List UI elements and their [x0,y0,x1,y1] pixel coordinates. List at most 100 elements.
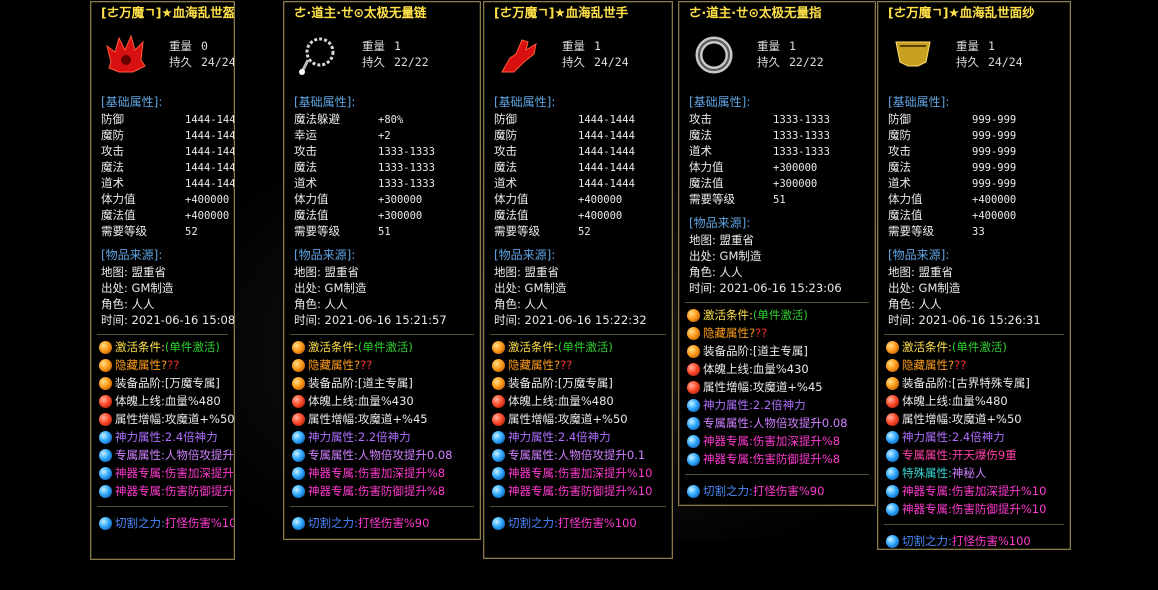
special-attribute-value: 血量%430 [357,394,414,408]
special-attribute-row: 神力属性: 2.4倍神力 [492,428,666,446]
special-attribute-value: 伤害加深提升%10 [164,466,234,480]
blue-orb-icon [687,452,700,466]
section-divider [490,506,666,507]
attribute-value: +400000 [578,210,623,222]
base-attribute-row: 攻击 1333-1333 [294,143,472,159]
attribute-value: +400000 [972,194,1017,206]
weight-label: 重量 [956,39,979,53]
item-meta: 重量 1 持久 24/24 [562,38,629,70]
base-attribute-row: 魔法值 +400000 [888,207,1062,223]
special-attribute-row: 神器专属: 伤害加深提升%8 [687,432,869,450]
attribute-name: 魔法 [294,160,317,174]
durability-value: 22/22 [394,55,429,69]
special-attribute-row: 神器专属:伤害加深提升%10 [99,464,234,482]
blue-orb-icon [99,484,112,498]
base-attributes-list: 防御 1444-1444 魔防 1444-1444 攻击 1444-1444 魔法 1444-… [101,111,234,239]
special-attribute-label: 属性增幅: [703,380,753,394]
weight-value: 1 [988,39,995,53]
blue-orb-icon [292,430,305,444]
weight-row: 重量 0 [169,38,234,54]
attribute-value: 999-999 [972,114,1017,126]
special-attribute-value: 2.2倍神力 [357,430,411,444]
special-attribute-row: 属性增幅: 攻魔道+%45 [687,378,869,396]
attribute-value: 51 [773,194,786,206]
item-source-row: 角色: 人人 [294,297,348,311]
base-attribute-row: 魔防 1444-1444 [494,127,664,143]
base-attribute-row: 道术 1444-1444 [101,175,234,191]
weight-value: 1 [394,39,401,53]
red-orb-icon [886,412,899,426]
special-attribute-label: 神力属性: [115,430,165,444]
durability-value: 24/24 [201,55,235,69]
durability-label: 持久 [757,55,780,69]
attribute-name: 体力值 [294,192,329,206]
base-attribute-row: 道术 1333-1333 [294,175,472,191]
attribute-name: 魔法 [494,160,517,174]
item-source-list: 地图: 盟重省 出处: GM制造 角色: 人人 时间: 2021-06-16 15:0… [101,264,234,328]
attribute-name: 体力值 [689,160,724,174]
attribute-name: 需要等级 [494,224,540,238]
special-attribute-row: 神力属性: 2.2倍神力 [687,396,869,414]
special-attribute-label: 激活条件: [902,340,952,354]
attribute-value: +400000 [578,194,623,206]
weight-label: 重量 [757,39,780,53]
item-source-header: [物品来源]: [888,248,950,262]
base-attribute-row: 魔防 1444-1444 [101,127,234,143]
base-attribute-row: 防御 1444-1444 [101,111,234,127]
attribute-value: 1444-1444 [578,146,635,158]
special-attribute-label: 装备品阶: [902,376,952,390]
attribute-value: +80% [378,114,404,126]
special-attribute-value: ?? [954,358,967,372]
item-source-row: 出处: GM制造 [101,281,174,295]
special-attribute-label: 切割之力: [703,484,753,498]
orange-orb-icon [99,358,112,372]
base-attributes-list: 攻击 1333-1333 魔法 1333-1333 道术 1333-1333 体力值 +300… [689,111,867,207]
attribute-name: 魔防 [101,128,124,142]
special-attribute-row: 神力属性: 2.4倍神力 [99,428,228,446]
attribute-name: 体力值 [494,192,529,206]
base-attribute-row: 魔法值 +400000 [101,207,229,223]
base-attribute-row: 需要等级 33 [888,223,1062,239]
base-attribute-row: 魔法 1333-1333 [689,127,867,143]
item-tooltip-card: ㄜ·道主·ㄝ⊙太极无量链 重量 1 持久 22/22 [基础属性]: 魔法躲避 +80% 幸运 +… [283,1,481,540]
special-attribute-row: 切割之力:打怪伤害%100 [492,514,666,532]
blue-orb-icon [886,534,899,548]
special-attribute-value: [道主专属] [357,376,413,390]
special-attribute-label: 切割之力: [308,516,358,530]
attribute-value: +300000 [773,178,818,190]
red-helmet-icon [103,32,149,78]
special-attribute-value: 人物倍攻提升0.08 [752,416,848,430]
base-attribute-row: 魔法 1444-1444 [101,159,234,175]
special-attribute-value: 2.4倍神力 [557,430,611,444]
special-attribute-label: 隐藏属性? [508,358,561,372]
item-tooltip-card: [ㄜ万魔ㄱ]★血海乱世手 重量 1 持久 24/24 [基础属性]: 防御 1444-1444… [483,1,673,559]
attribute-name: 魔防 [888,128,911,142]
blue-orb-icon [292,448,305,462]
special-attribute-value: 打怪伤害%100 [164,516,234,530]
special-attribute-row: 属性增幅: 攻魔道+%50 [99,410,234,428]
item-meta: 重量 0 持久 24/24 [169,38,235,70]
base-attribute-row: 攻击 1444-1444 [494,143,664,159]
special-attribute-row: 神器专属: 伤害防御提升%8 [687,450,869,468]
special-attribute-row: 体魄上线: 血量%430 [292,392,474,410]
special-attributes-list: 激活条件: (单件激活) 隐藏属性??? 装备品阶: [万魔专属] 体魄上线: 血量%480… [99,338,234,500]
item-source-row: 地图: 盟重省 [294,265,360,279]
base-attribute-row: 需要等级 51 [294,223,472,239]
item-title: ㄜ·道主·ㄝ⊙太极无量链 [294,5,427,20]
silver-ring-icon [691,32,737,78]
special-attribute-row: 装备品阶: [古界特殊专属] [886,374,1064,392]
item-source-row: 地图: 盟重省 [494,265,560,279]
special-attribute-label: 专属属性: [308,448,358,462]
item-meta: 重量 1 持久 24/24 [956,38,1023,70]
attribute-value: 1333-1333 [378,178,435,190]
special-attribute-label: 专属属性: [703,416,753,430]
attribute-value: +300000 [378,194,423,206]
attribute-value: 33 [972,226,985,238]
item-source-row: 时间: 2021-06-16 15:26:31 [888,313,1041,327]
durability-label: 持久 [362,55,385,69]
orange-orb-icon [886,376,899,390]
special-attribute-value: ?? [755,326,768,340]
special-attribute-label: 体魄上线: [902,394,952,408]
special-attribute-label: 神器专属: [703,452,753,466]
special-attribute-value: 伤害防御提升%10 [164,484,234,498]
